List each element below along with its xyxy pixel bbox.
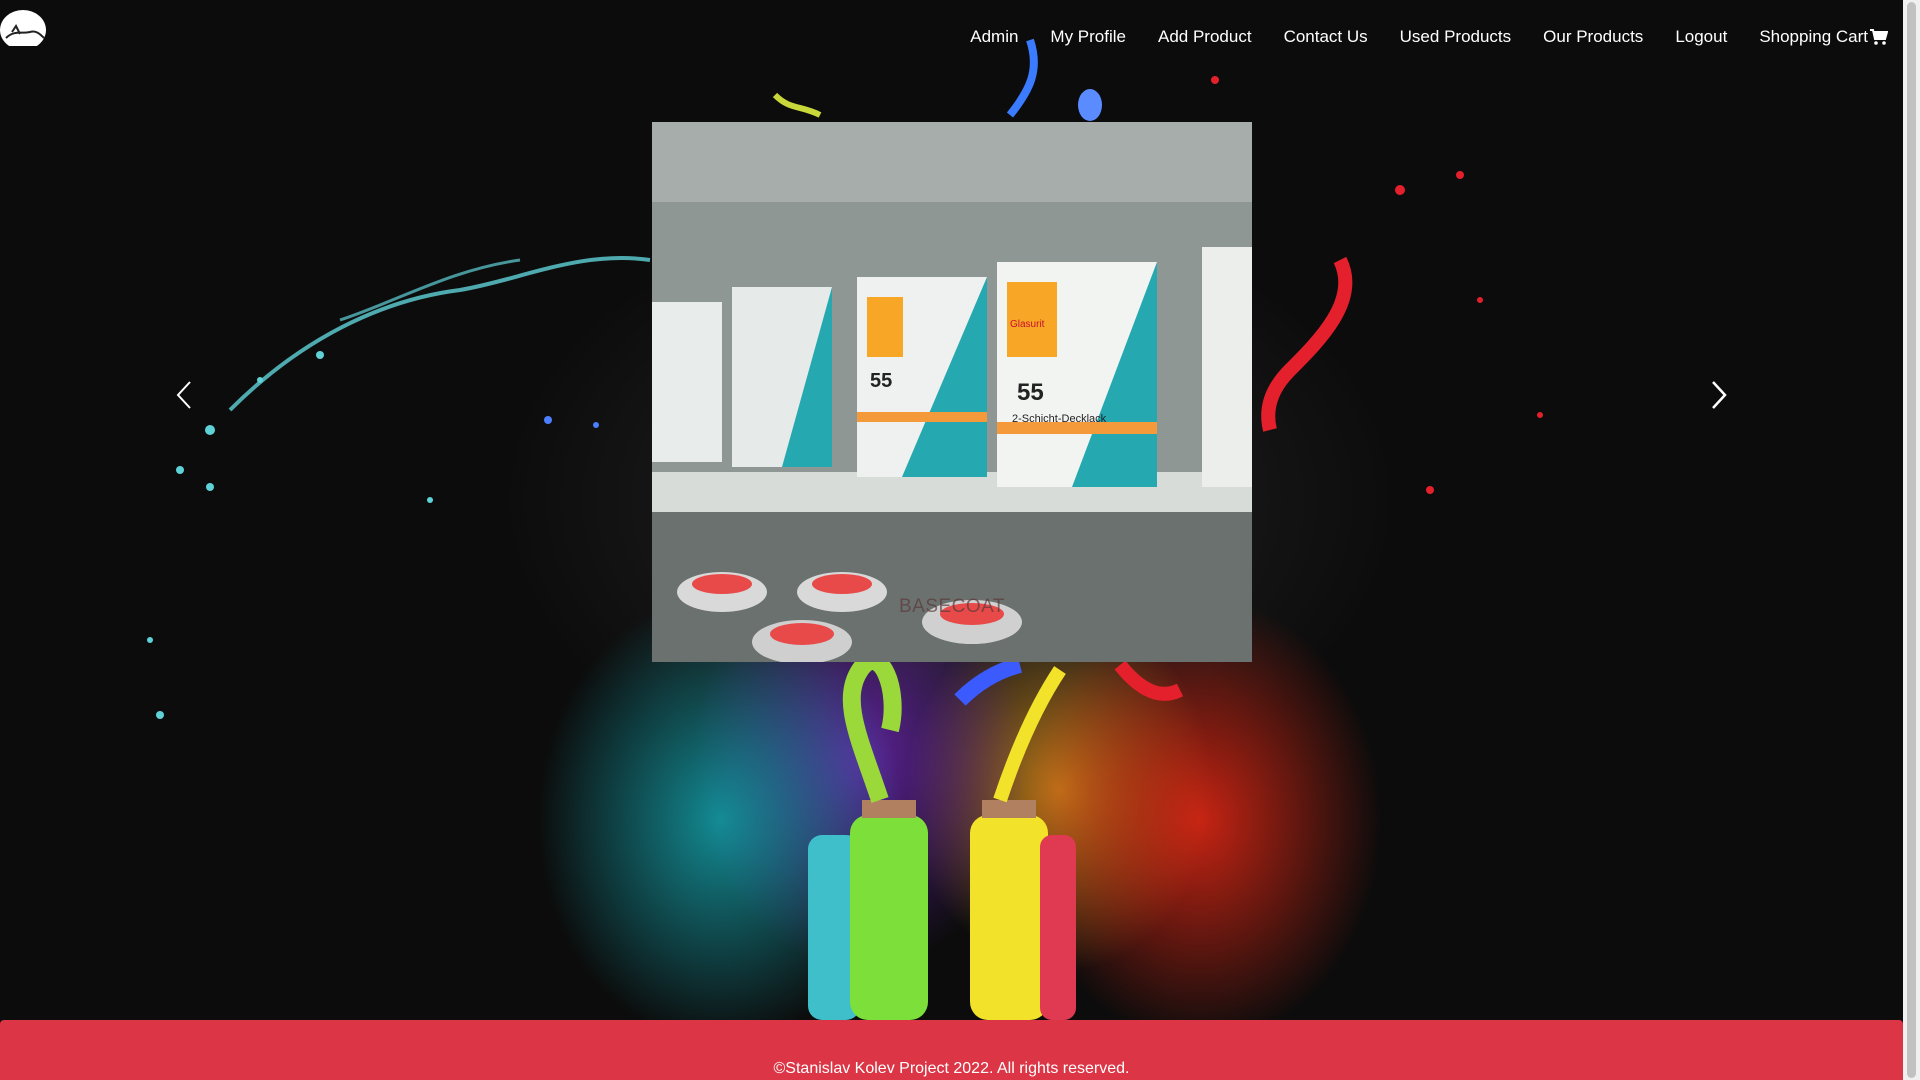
can-product-label: 2-Schicht-Decklack <box>1012 413 1107 425</box>
main-navigation: Admin My Profile Add Product Contact Us … <box>938 22 1888 52</box>
chevron-right-icon <box>1712 381 1727 409</box>
can-brand-label: Glasurit <box>1010 319 1045 330</box>
carousel-slide-image: 55 55 2-Schicht-Decklack Glasurit <box>652 122 1252 662</box>
site-logo[interactable] <box>0 8 46 50</box>
shopping-cart-icon <box>1870 29 1888 45</box>
vertical-scrollbar[interactable] <box>1903 0 1920 1080</box>
chevron-left-icon <box>176 381 191 409</box>
nav-add-product[interactable]: Add Product <box>1158 27 1252 47</box>
can-number-label: 55 <box>870 370 892 392</box>
footer-copyright: ©Stanislav Kolev Project 2022. All right… <box>773 1060 1130 1077</box>
nav-contact-us[interactable]: Contact Us <box>1284 27 1368 47</box>
carousel-caption: BASECOAT <box>898 596 1006 617</box>
carousel-next-button[interactable] <box>1703 378 1733 412</box>
nav-our-products[interactable]: Our Products <box>1543 27 1643 47</box>
nav-logout[interactable]: Logout <box>1675 27 1727 47</box>
carousel-prev-button[interactable] <box>170 378 200 412</box>
scrollbar-thumb[interactable] <box>1907 2 1916 1078</box>
nav-used-products[interactable]: Used Products <box>1400 27 1512 47</box>
nav-shopping-cart[interactable]: Shopping Cart <box>1759 27 1888 47</box>
nav-admin[interactable]: Admin <box>970 27 1018 47</box>
shopping-cart-label: Shopping Cart <box>1759 27 1868 46</box>
nav-my-profile[interactable]: My Profile <box>1050 27 1126 47</box>
can-number-label-2: 55 <box>1017 379 1044 406</box>
